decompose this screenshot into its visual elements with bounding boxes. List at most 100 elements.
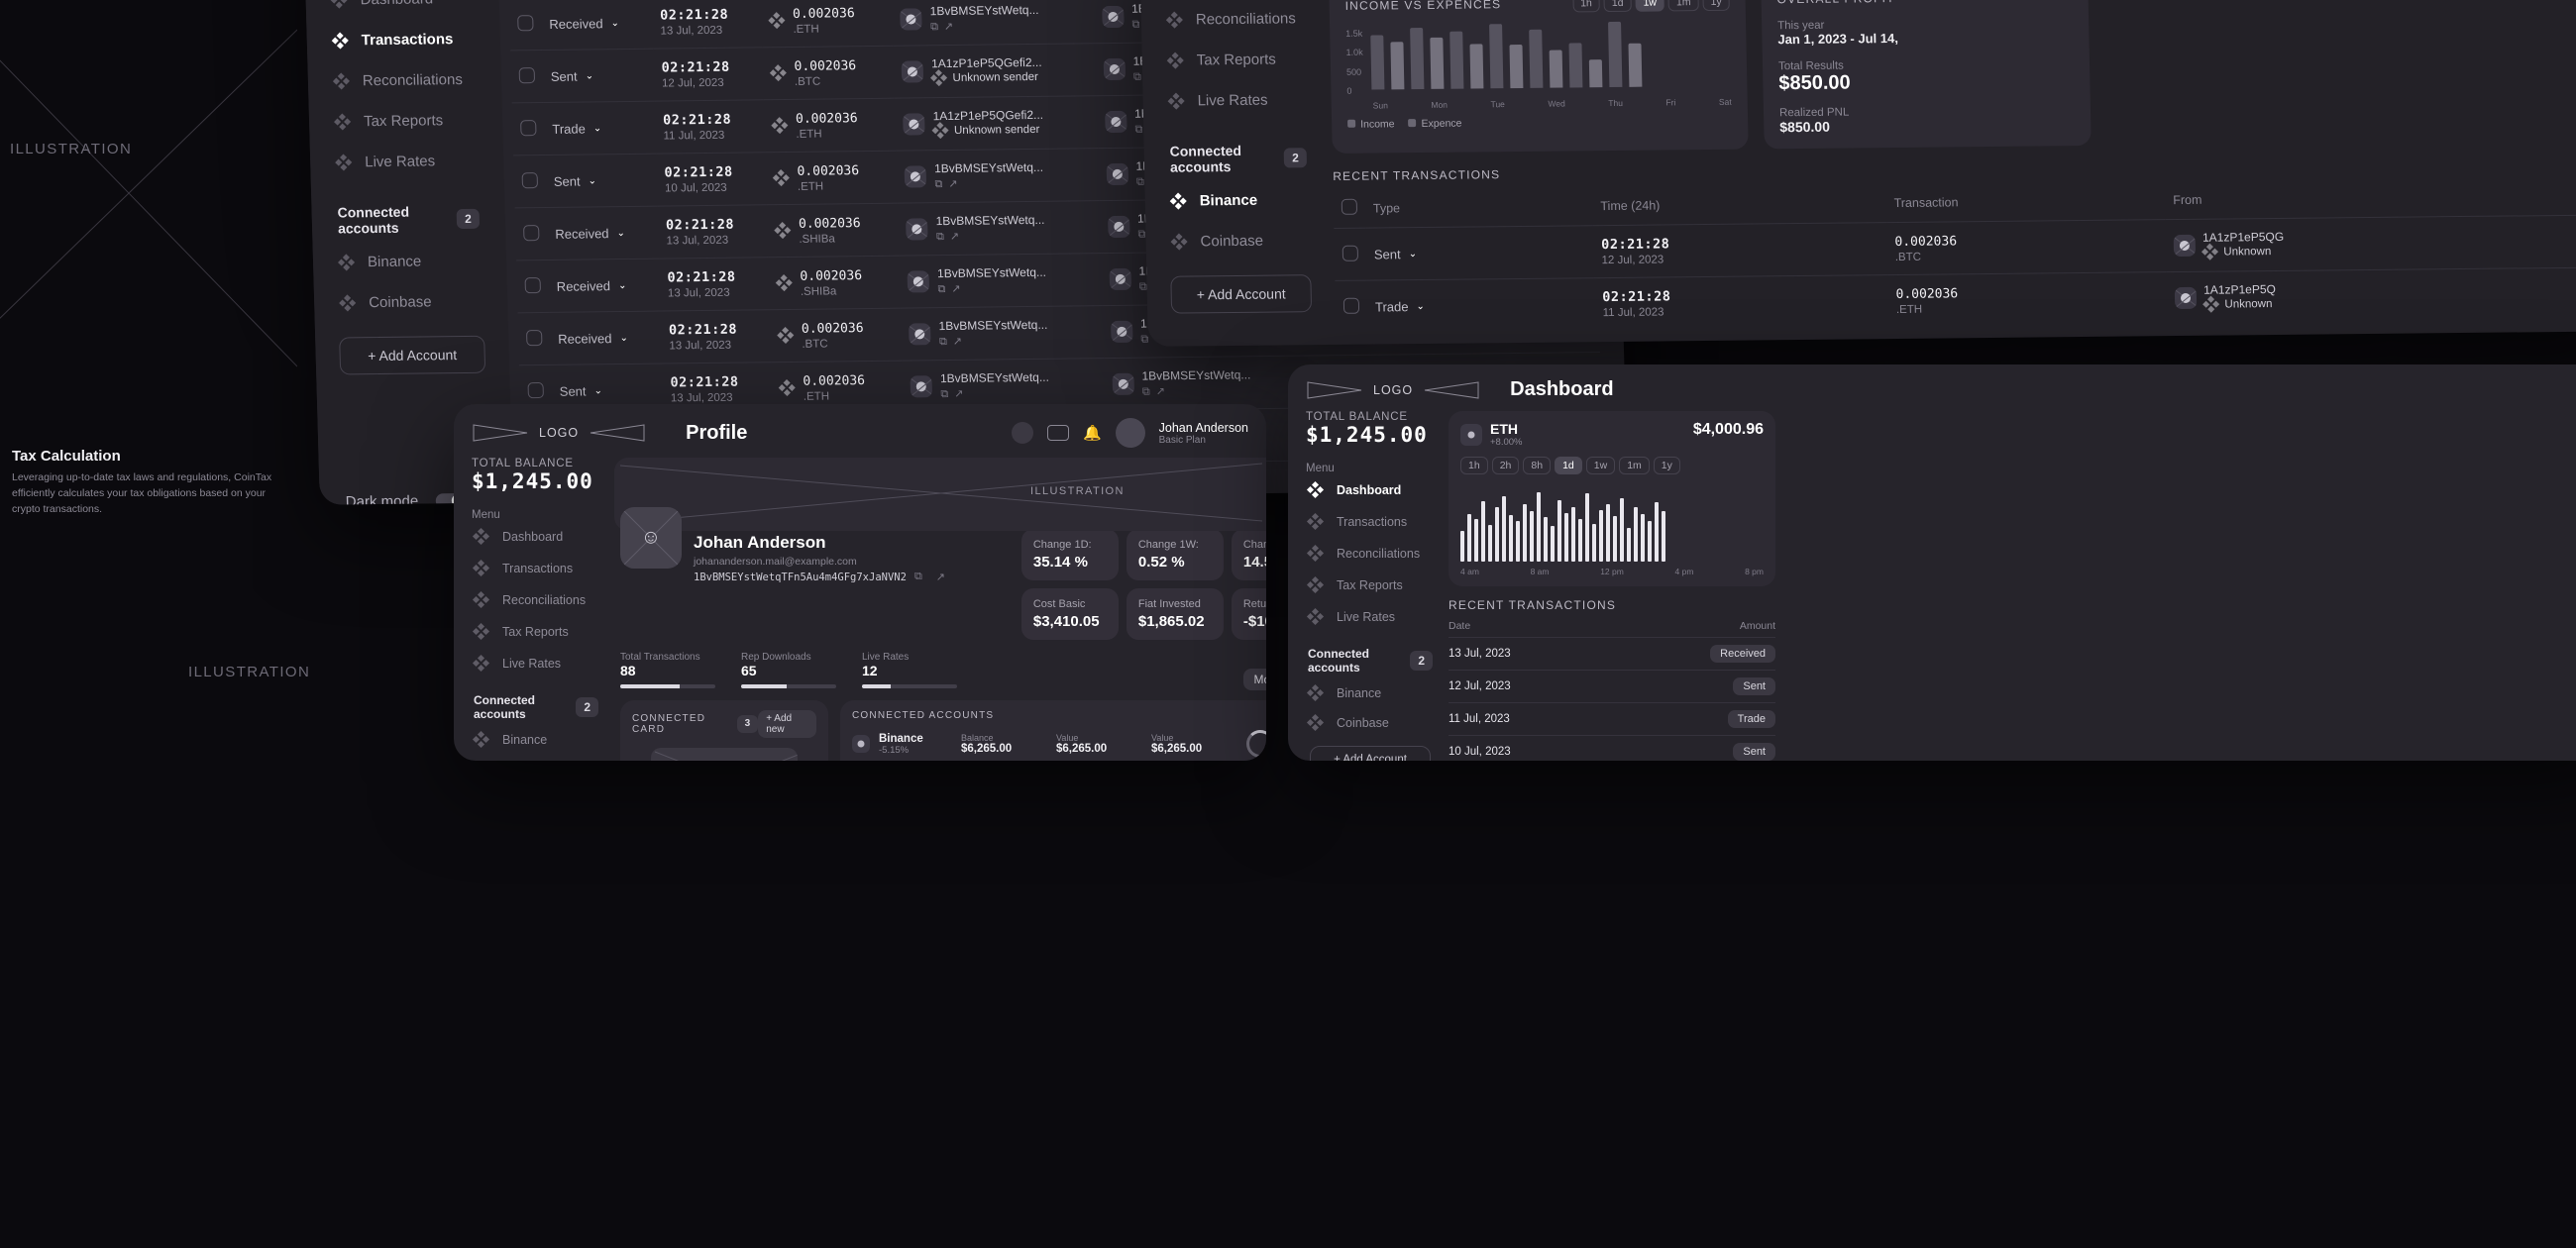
sidebar-item-transactions[interactable]: Transactions: [326, 19, 481, 61]
sidebar-account-coinbase[interactable]: Coinbase: [1306, 708, 1435, 738]
more-details-button[interactable]: More details: [1243, 669, 1266, 690]
col-date[interactable]: Date: [1449, 620, 1470, 632]
copy-icon[interactable]: ⧉: [1136, 176, 1144, 188]
add-account-button[interactable]: + Add Account: [1310, 746, 1431, 761]
row-checkbox-cell[interactable]: [516, 260, 550, 313]
external-link-icon[interactable]: ↗: [936, 571, 945, 583]
sidebar-account-coinbase[interactable]: Coinbase: [1165, 220, 1315, 262]
col-from[interactable]: From: [2165, 176, 2576, 220]
list-item[interactable]: 10 Jul, 2023 Sent: [1449, 736, 1775, 761]
row-checkbox-cell[interactable]: [514, 207, 549, 260]
cell-type[interactable]: Received ⌄: [540, 0, 654, 51]
external-link-icon[interactable]: ↗: [953, 336, 963, 348]
row-checkbox[interactable]: [520, 119, 537, 136]
col-time[interactable]: Time (24h): [1592, 183, 1886, 226]
row-checkbox[interactable]: [517, 14, 534, 31]
add-account-button[interactable]: + Add Account: [1170, 274, 1313, 314]
row-checkbox-cell[interactable]: [1334, 228, 1367, 281]
chevron-down-icon[interactable]: ⌄: [588, 175, 596, 186]
sidebar-item-live-rates[interactable]: Live Rates: [1162, 79, 1312, 122]
sidebar-item-live-rates[interactable]: Live Rates: [1306, 601, 1435, 633]
account-row[interactable]: Binance -5.15% Balance $6,265.00 Value $6,2…: [852, 730, 1266, 758]
row-checkbox-cell[interactable]: [1335, 280, 1368, 333]
copy-icon[interactable]: ⧉: [1140, 334, 1148, 346]
chevron-down-icon[interactable]: ⌄: [618, 279, 627, 290]
copy-icon[interactable]: ⧉: [1131, 19, 1139, 31]
copy-icon[interactable]: ⧉: [940, 388, 948, 400]
sidebar-account-binance[interactable]: Binance: [472, 725, 600, 755]
avatar[interactable]: [1115, 418, 1145, 448]
external-link-icon[interactable]: ↗: [954, 388, 964, 400]
row-checkbox-cell[interactable]: [513, 155, 547, 208]
list-item[interactable]: 12 Jul, 2023 Sent: [1449, 671, 1775, 702]
external-link-icon[interactable]: ↗: [944, 21, 954, 33]
chevron-down-icon[interactable]: ⌄: [616, 228, 625, 239]
bell-icon[interactable]: 🔔: [1083, 424, 1102, 442]
user-avatar[interactable]: ☺: [620, 507, 682, 569]
gear-icon[interactable]: [1011, 422, 1033, 444]
cell-type[interactable]: Trade ⌄: [543, 101, 657, 156]
row-checkbox[interactable]: [523, 224, 540, 241]
range-selector[interactable]: 1h 2h 8h 1d 1w 1m 1y: [1460, 457, 1764, 474]
copy-icon[interactable]: ⧉: [937, 283, 945, 295]
range-1d[interactable]: 1d: [1603, 0, 1632, 13]
credit-card[interactable]: CREDIT CARD: [651, 748, 798, 761]
cell-type[interactable]: Sent ⌄: [542, 49, 655, 103]
sidebar-account-binance[interactable]: Binance: [1306, 678, 1435, 708]
cell-type[interactable]: Trade ⌄: [1366, 277, 1596, 333]
sidebar-item-dashboard[interactable]: Dashboard: [1306, 474, 1435, 506]
col-transaction[interactable]: Transaction: [1885, 180, 2165, 222]
chevron-down-icon[interactable]: ⌄: [593, 123, 602, 134]
sidebar-item-tax-reports[interactable]: Tax Reports: [329, 100, 483, 143]
range-1h[interactable]: 1h: [1571, 0, 1601, 13]
sidebar-item-dashboard[interactable]: Dashboard: [472, 521, 600, 553]
row-checkbox[interactable]: [524, 276, 541, 293]
cell-type[interactable]: Sent ⌄: [545, 154, 658, 208]
sidebar-account-binance[interactable]: Binance: [1164, 179, 1314, 222]
external-link-icon[interactable]: ↗: [950, 231, 960, 243]
add-account-button[interactable]: + Add Account: [339, 335, 486, 375]
cell-type[interactable]: Received ⌄: [549, 311, 662, 365]
row-checkbox[interactable]: [518, 66, 536, 83]
row-checkbox[interactable]: [1342, 297, 1360, 314]
select-all-checkbox[interactable]: [1341, 198, 1358, 215]
sidebar-item-tax-reports[interactable]: Tax Reports: [1306, 570, 1435, 601]
external-link-icon[interactable]: ↗: [1156, 385, 1166, 397]
copy-icon[interactable]: ⧉: [1134, 124, 1142, 136]
sidebar-item-reconciliations[interactable]: Reconciliations: [472, 584, 600, 616]
range-1d[interactable]: 1d: [1555, 457, 1582, 474]
col-type[interactable]: Type: [1365, 186, 1593, 228]
chevron-down-icon[interactable]: ⌄: [1416, 300, 1425, 311]
range-1y[interactable]: 1y: [1653, 457, 1680, 474]
sidebar-item-transactions[interactable]: Transactions: [1306, 506, 1435, 538]
copy-icon[interactable]: ⧉: [914, 571, 922, 583]
sidebar-item-tax-reports[interactable]: Tax Reports: [1161, 39, 1311, 81]
sidebar-item-dashboard[interactable]: Dashboard: [325, 0, 480, 21]
chevron-down-icon[interactable]: ⌄: [585, 70, 593, 81]
row-checkbox-cell[interactable]: [517, 312, 552, 365]
sidebar-item-reconciliations[interactable]: Reconciliations: [1160, 0, 1310, 41]
external-link-icon[interactable]: ↗: [948, 178, 958, 190]
cell-type[interactable]: Received ⌄: [546, 206, 659, 260]
col-select[interactable]: [1334, 189, 1366, 229]
copy-icon[interactable]: ⧉: [934, 178, 942, 190]
range-1w[interactable]: 1w: [1585, 457, 1616, 474]
range-1h[interactable]: 1h: [1460, 457, 1488, 474]
row-checkbox[interactable]: [527, 381, 544, 398]
logo[interactable]: LOGO: [472, 423, 646, 443]
row-checkbox-cell[interactable]: [511, 102, 546, 156]
row-checkbox[interactable]: [526, 329, 543, 346]
chevron-down-icon[interactable]: ⌄: [593, 385, 602, 396]
range-selector[interactable]: 1h 1d 1w 1m 1y: [1571, 0, 1730, 13]
row-checkbox[interactable]: [521, 171, 539, 188]
range-2h[interactable]: 2h: [1491, 457, 1520, 474]
logo[interactable]: LOGO: [1306, 380, 1480, 400]
sidebar-item-live-rates[interactable]: Live Rates: [472, 648, 600, 679]
copy-icon[interactable]: ⧉: [1142, 386, 1150, 398]
chevron-down-icon[interactable]: ⌄: [1409, 249, 1418, 260]
row-checkbox[interactable]: [1342, 245, 1359, 261]
external-link-icon[interactable]: ↗: [951, 283, 961, 295]
sidebar-item-live-rates[interactable]: Live Rates: [330, 141, 484, 183]
range-1y[interactable]: 1y: [1702, 0, 1730, 12]
row-checkbox-cell[interactable]: [510, 50, 544, 103]
